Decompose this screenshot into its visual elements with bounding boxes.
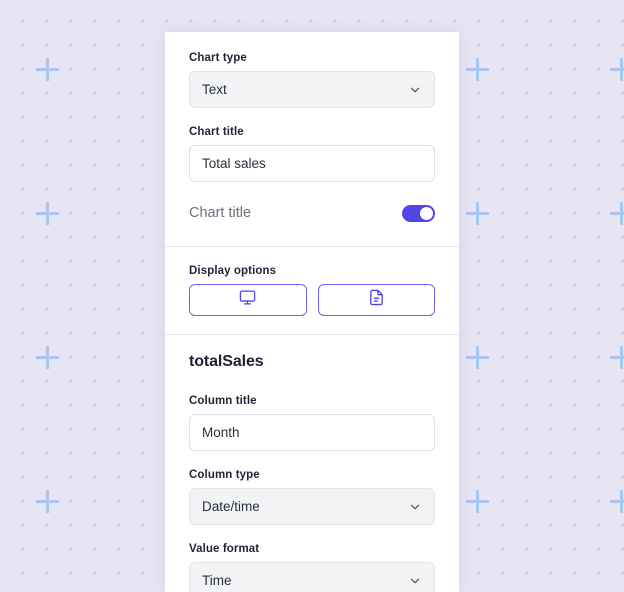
chart-type-value: Text (202, 82, 227, 97)
chart-settings-section: Chart type Text Chart title Total sales … (165, 32, 459, 246)
value-format-label: Value format (189, 543, 260, 555)
display-options-row (189, 284, 435, 316)
toggle-knob (420, 206, 433, 220)
column-type-value: Date/time (202, 499, 260, 514)
monitor-icon (239, 289, 256, 311)
grid-cross-marker (36, 58, 59, 81)
grid-cross-marker (610, 202, 624, 225)
grid-cross-marker (36, 490, 59, 513)
column-type-label: Column type (189, 469, 260, 481)
grid-cross-marker (36, 346, 59, 369)
grid-cross-marker (610, 346, 624, 369)
grid-cross-marker (466, 346, 489, 369)
chart-title-value: Total sales (202, 156, 266, 171)
value-format-select[interactable]: Time (189, 562, 435, 592)
chart-title-toggle-label: Chart title (189, 205, 252, 221)
grid-cross-marker (466, 490, 489, 513)
grid-cross-marker (466, 58, 489, 81)
chart-title-toggle[interactable] (402, 204, 435, 222)
column-type-select[interactable]: Date/time (189, 488, 435, 525)
grid-cross-marker (610, 490, 624, 513)
chevron-down-icon (408, 500, 422, 514)
chart-settings-panel: Chart type Text Chart title Total sales … (165, 32, 459, 592)
document-icon (368, 289, 385, 311)
column-title-input[interactable]: Month (189, 414, 435, 451)
chart-type-label: Chart type (189, 52, 247, 64)
chart-title-toggle-row: Chart title (189, 196, 435, 230)
display-options-section: Display options (165, 247, 459, 334)
grid-cross-marker (36, 202, 59, 225)
grid-cross-marker (610, 58, 624, 81)
value-format-value: Time (202, 573, 232, 588)
chart-title-label: Chart title (189, 126, 244, 138)
display-option-document-button[interactable] (317, 284, 435, 316)
display-options-label: Display options (189, 265, 277, 277)
chevron-down-icon (408, 83, 422, 97)
display-option-screen-button[interactable] (189, 284, 307, 316)
chart-type-select[interactable]: Text (189, 71, 435, 108)
chevron-down-icon (408, 574, 422, 588)
column-settings-section: totalSales Column title Month Column typ… (165, 335, 459, 592)
column-title-value: Month (202, 425, 240, 440)
chart-title-input[interactable]: Total sales (189, 145, 435, 182)
grid-cross-marker (466, 202, 489, 225)
column-title-label: Column title (189, 395, 257, 407)
column-group-title: totalSales (189, 353, 264, 370)
